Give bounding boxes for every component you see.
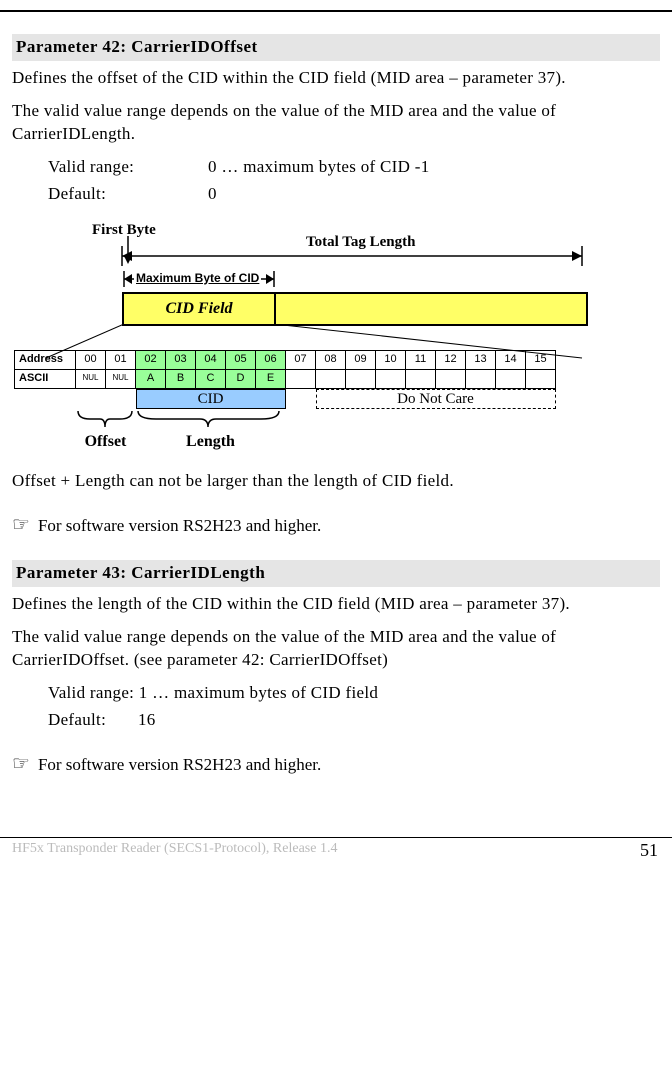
ascii-cell: E [256, 369, 286, 388]
param43-desc1: Defines the length of the CID within the… [12, 593, 660, 616]
page-number: 51 [640, 838, 660, 862]
total-tag-length-label: Total Tag Length [302, 232, 420, 252]
param43-note: ☞ For software version RS2H23 and higher… [12, 754, 660, 777]
byte-table: Address 00 01 02 03 04 05 06 07 08 09 10… [14, 350, 556, 453]
ascii-cell [376, 369, 406, 388]
ascii-cell: D [226, 369, 256, 388]
ascii-cell: C [196, 369, 226, 388]
valid-range-label: Valid range: [48, 156, 208, 179]
page-content: Parameter 42: CarrierIDOffset Defines th… [0, 12, 672, 777]
ascii-cell [466, 369, 496, 388]
param43-valid-range: Valid range: 1 … maximum bytes of CID fi… [48, 682, 660, 705]
offset-brace-icon [76, 409, 134, 429]
pointing-hand-icon: ☞ [12, 754, 30, 774]
ascii-cell: NUL [106, 369, 136, 388]
default-value: 0 [208, 183, 217, 206]
bars-row: CID Do Not Care [15, 388, 556, 409]
length-label: Length [136, 431, 286, 453]
length-brace-icon [136, 409, 281, 429]
ascii-cell [346, 369, 376, 388]
offset-length-row: Offset Length [15, 431, 556, 453]
param43-note-text: For software version RS2H23 and higher. [38, 754, 321, 777]
param42-desc1: Defines the offset of the CID within the… [12, 67, 660, 90]
ascii-row-label: ASCII [15, 369, 76, 388]
page: Parameter 42: CarrierIDOffset Defines th… [0, 10, 672, 862]
ascii-cell: A [136, 369, 166, 388]
do-not-care-bar: Do Not Care [316, 389, 556, 409]
ascii-cell [286, 369, 316, 388]
pointing-hand-icon: ☞ [12, 515, 30, 535]
cid-field-label: CID Field [165, 298, 232, 320]
param42-desc2: The valid value range depends on the val… [12, 100, 660, 146]
param43-desc2: The valid value range depends on the val… [12, 626, 660, 672]
param43-values: Valid range: 1 … maximum bytes of CID fi… [48, 682, 660, 732]
default-label: Default: [48, 183, 208, 206]
param42-after-diagram: Offset + Length can not be larger than t… [12, 470, 660, 493]
ascii-cell [316, 369, 346, 388]
ascii-cell [406, 369, 436, 388]
brace-row [15, 409, 556, 431]
cid-field-rest [276, 292, 588, 326]
offset-label: Offset [76, 431, 136, 453]
cid-diagram: First Byte Total Tag Length [42, 220, 660, 453]
cid-bar: CID [136, 389, 286, 409]
param42-header: Parameter 42: CarrierIDOffset [12, 34, 660, 61]
footer-text: HF5x Transponder Reader (SECS1-Protocol)… [12, 840, 337, 859]
ascii-cell [436, 369, 466, 388]
ascii-cell: NUL [76, 369, 106, 388]
max-byte-label: Maximum Byte of CID [134, 270, 261, 286]
param42-note-text: For software version RS2H23 and higher. [38, 515, 321, 538]
ascii-cell: B [166, 369, 196, 388]
ascii-row: ASCII NUL NUL A B C D E [15, 369, 556, 388]
cid-field-box: CID Field [122, 292, 276, 326]
valid-range-value: 0 … maximum bytes of CID -1 [208, 156, 430, 179]
page-footer: HF5x Transponder Reader (SECS1-Protocol)… [0, 837, 672, 862]
param43-header: Parameter 43: CarrierIDLength [12, 560, 660, 587]
ascii-cell [526, 369, 556, 388]
param43-default: Default: 16 [48, 709, 660, 732]
param42-values: Valid range: 0 … maximum bytes of CID -1… [48, 156, 660, 206]
ascii-cell [496, 369, 526, 388]
param42-note: ☞ For software version RS2H23 and higher… [12, 515, 660, 538]
